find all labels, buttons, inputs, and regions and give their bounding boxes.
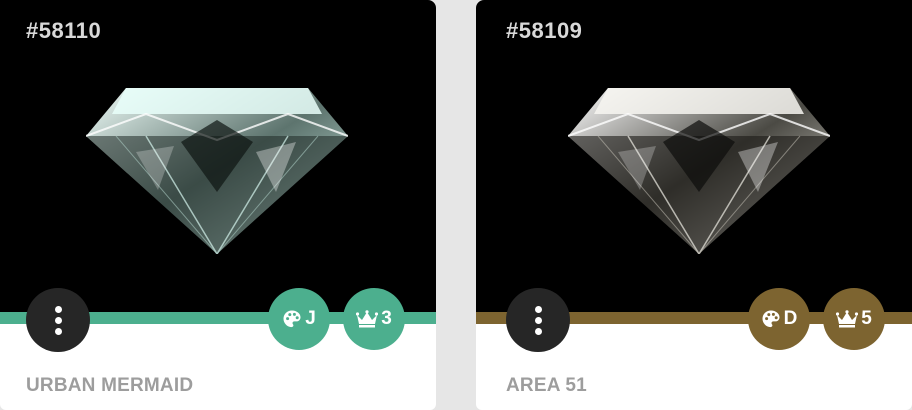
- rank-badge[interactable]: 5: [823, 288, 885, 350]
- diamond-name[interactable]: AREA 51: [506, 375, 587, 397]
- more-options-button[interactable]: [506, 288, 570, 352]
- vertical-dots-icon: [534, 305, 542, 313]
- crown-icon: [356, 310, 379, 328]
- diamond-id: #58110: [26, 18, 102, 43]
- vertical-dots-icon-dot: [54, 327, 62, 335]
- crown-icon: [836, 310, 859, 328]
- rank-badge[interactable]: 3: [343, 288, 405, 350]
- more-options-button[interactable]: [26, 288, 90, 352]
- diamond-image: [568, 88, 830, 254]
- diamond-card[interactable]: #58110 J 3 URBAN MERMAID: [0, 0, 436, 410]
- rank-value: 5: [861, 308, 872, 329]
- color-grade-badge[interactable]: J: [268, 288, 330, 350]
- diamond-image-area[interactable]: #58110: [0, 0, 436, 320]
- vertical-dots-icon-dot: [54, 316, 62, 324]
- diamond-image: [86, 88, 348, 254]
- palette-icon: [762, 310, 780, 328]
- diamond-id: #58109: [506, 18, 583, 43]
- diamond-name[interactable]: URBAN MERMAID: [26, 375, 193, 397]
- color-grade-badge[interactable]: D: [748, 288, 810, 350]
- vertical-dots-icon-dot: [534, 327, 542, 335]
- color-grade-value: J: [305, 308, 316, 329]
- diamond-image-area[interactable]: #58109: [476, 0, 912, 320]
- vertical-dots-icon: [54, 305, 62, 313]
- color-grade-value: D: [783, 308, 798, 329]
- rank-value: 3: [381, 308, 392, 329]
- vertical-dots-icon-dot: [534, 316, 542, 324]
- palette-icon: [283, 310, 301, 328]
- diamond-card[interactable]: #58109 D 5 AREA 51: [476, 0, 912, 410]
